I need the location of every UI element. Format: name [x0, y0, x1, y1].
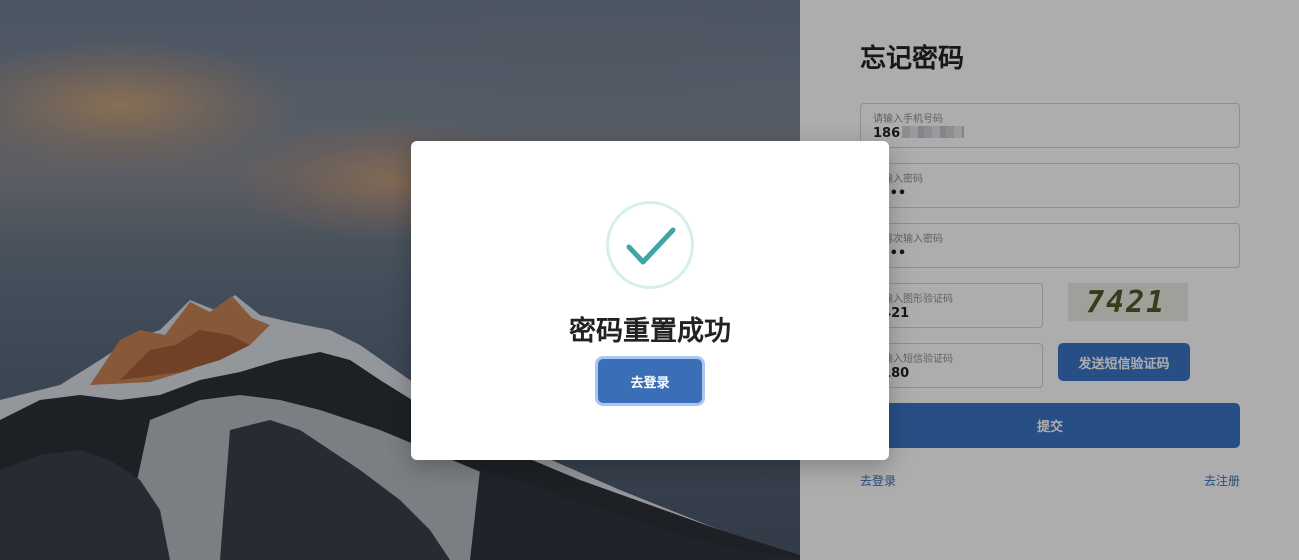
success-icon-ring [606, 201, 694, 289]
check-icon [626, 227, 676, 265]
forgot-password-page: 忘记密码 请输入手机号码 186 请输入密码 •••• 请再次输入密码 ••••… [0, 0, 1299, 560]
success-dialog: 密码重置成功 去登录 [411, 141, 889, 460]
dialog-title: 密码重置成功 [569, 316, 731, 347]
go-login-button[interactable]: 去登录 [598, 359, 702, 403]
